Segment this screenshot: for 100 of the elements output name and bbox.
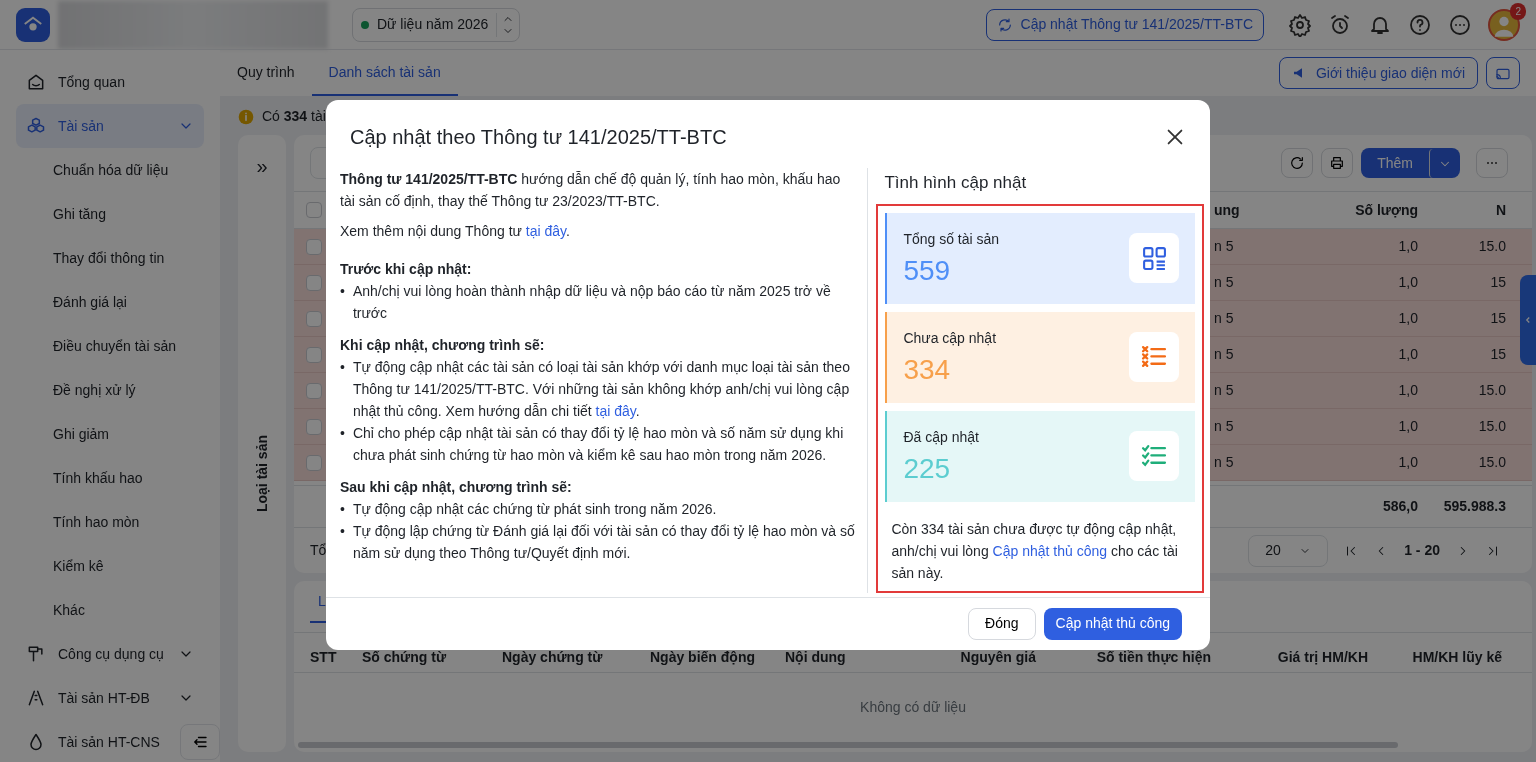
cross-list-icon	[1141, 344, 1167, 370]
table-cell-text: 15	[1489, 273, 1507, 292]
table-cell-text: 15.0	[1477, 381, 1507, 400]
refresh-icon[interactable]	[1289, 155, 1306, 171]
sidebar-item[interactable]: Công cụ dụng cụ	[16, 632, 204, 676]
table-cell-text: 1,0	[1397, 381, 1419, 400]
bullet-item: Chỉ cho phép cập nhật tài sản có thay đổi tỷ lệ hao mòn và số năm sử dụng khi chưa phát sinh chứng từ hao mòn và kiểm kê sau hao mòn trong năm 2026.	[352, 424, 845, 465]
sidebar-subitem[interactable]: Ghi giảm	[16, 412, 204, 456]
column-header: STT	[310, 648, 338, 667]
bullet-item: Anh/chị vui lòng hoàn thành nhập dữ liệu và nộp báo cáo từ năm 2025 trở về trước	[352, 282, 832, 323]
dialog-title: Cập nhật theo Thông tư 141/2025/TT-BTC	[350, 125, 727, 150]
empty-message: Không có dữ liệu	[860, 698, 966, 717]
link[interactable]: Cập nhật thủ công	[992, 542, 1107, 559]
total-cell-text: 586,0	[1381, 497, 1419, 516]
checkbox[interactable]	[306, 310, 322, 327]
side-tab[interactable]	[1520, 275, 1536, 365]
checkbox[interactable]	[306, 418, 322, 435]
bullet-marker: •	[340, 522, 345, 541]
table-cell-text: n 5	[1213, 345, 1235, 364]
checkbox[interactable]	[306, 346, 322, 363]
sidebar-subitem[interactable]: Kiểm kê	[16, 544, 204, 588]
page-size-select[interactable]: 20	[1248, 534, 1329, 567]
cast-button[interactable]	[1486, 57, 1520, 89]
collapse-button[interactable]	[180, 724, 220, 760]
table-cell-text: n 5	[1213, 381, 1235, 400]
table-cell-text: 15.0	[1477, 237, 1507, 256]
sidebar-subitem[interactable]: Đánh giá lại	[16, 280, 204, 324]
sidebar-subitem[interactable]: Chuẩn hóa dữ liệu	[16, 148, 204, 192]
help-icon[interactable]	[1408, 12, 1432, 37]
settings-icon[interactable]	[1288, 12, 1312, 37]
sidebar-item[interactable]: Tổng quan	[16, 60, 204, 104]
last-page-icon[interactable]	[1486, 543, 1500, 558]
table-cell-text: 15.0	[1477, 417, 1507, 436]
sidebar-item[interactable]: Tài sản HT-ĐB	[16, 676, 204, 720]
grid-icon	[1141, 245, 1167, 271]
close-button[interactable]: Đóng	[968, 607, 1036, 640]
table-cell-text: n 5	[1213, 309, 1235, 328]
sidebar-subitem[interactable]: Tính hao mòn	[16, 500, 204, 544]
notice-text: Có 334 tài	[262, 107, 326, 126]
bullet-marker: •	[340, 282, 345, 301]
nav-icon	[26, 72, 46, 92]
stat-label: Đã cập nhật	[903, 427, 979, 447]
section-heading: Sau khi cập nhật, chương trình sẽ:	[340, 478, 573, 497]
nav-icon	[26, 644, 46, 664]
print-icon[interactable]	[1329, 155, 1346, 171]
checkbox[interactable]	[306, 454, 322, 471]
sidebar-item[interactable]: Tài sản HT-CNS	[16, 720, 174, 762]
tab[interactable]: Danh sách tài sản	[311, 50, 458, 96]
link[interactable]: tại đây	[595, 403, 636, 419]
column-header: Số lượng	[1354, 200, 1419, 220]
avatar[interactable]	[1488, 8, 1520, 41]
table-cell-text: 1,0	[1397, 237, 1419, 256]
sidebar-subitem[interactable]: Khác	[16, 588, 204, 632]
year-label: Dữ liệu năm 2026	[377, 15, 489, 34]
table-cell-text: 15.0	[1477, 453, 1507, 472]
bullet-item: Tự động cập nhật các chứng từ phát sinh trong năm 2026.	[352, 500, 717, 519]
column-header: Ngày chứng từ	[502, 648, 604, 667]
column-header: Giá trị HM/KH	[1276, 648, 1369, 667]
bullet-item: Tự động lập chứng từ Đánh giá lại đối với tài sản có thay đổi tỷ lệ hao mòn và số năm sử dụng theo Thông tư/Quyết định mới.	[352, 522, 856, 563]
link[interactable]: tại đây	[525, 223, 566, 239]
intro-button[interactable]: Giới thiệu giao diện mới	[1278, 57, 1478, 89]
refresh-button[interactable]	[1281, 148, 1314, 178]
stat-value: 334	[903, 352, 952, 387]
sidebar-subitem[interactable]: Tính khấu hao	[16, 456, 204, 500]
update-button[interactable]: Cập nhật Thông tư 141/2025/TT-BTC	[985, 8, 1264, 41]
checkbox[interactable]	[306, 274, 322, 291]
table-cell-text: 1,0	[1397, 309, 1419, 328]
table-cell-text: n 5	[1213, 453, 1235, 472]
checkbox[interactable]	[306, 202, 322, 218]
stat-label: Tổng số tài sản	[903, 229, 1000, 249]
print-button[interactable]	[1321, 148, 1354, 178]
scrollbar[interactable]	[298, 742, 1398, 748]
status-dot	[361, 20, 369, 29]
table-cell-text: 1,0	[1397, 417, 1419, 436]
checkbox[interactable]	[306, 238, 322, 255]
bullet-marker: •	[340, 500, 345, 519]
sidebar-subitem[interactable]: Ghi tăng	[16, 192, 204, 236]
table-cell-text: n 5	[1213, 273, 1235, 292]
note-text: Còn 334 tài sản chưa được tự động cập nhật, anh/chị vui lòng Cập nhật thủ công cho các tài sản này.	[890, 519, 1179, 583]
column-header: HM/KH lũy kế	[1411, 648, 1503, 667]
column-header: N	[1494, 200, 1507, 220]
sidebar-item[interactable]: Tài sản	[16, 104, 204, 148]
nav-icon	[26, 688, 46, 708]
table-cell-text: 1,0	[1397, 273, 1419, 292]
checkbox[interactable]	[306, 382, 322, 399]
table-cell-text: 15	[1489, 345, 1507, 364]
tab[interactable]: Quy trình	[220, 50, 312, 96]
sidebar-subitem[interactable]: Đề nghị xử lý	[16, 368, 204, 412]
sidebar-subitem[interactable]: Thay đổi thông tin	[16, 236, 204, 280]
alarm-icon[interactable]	[1328, 12, 1352, 37]
total-cell-text: 595.988.3	[1442, 497, 1507, 516]
expand-button[interactable]: »	[256, 151, 268, 181]
check-list-icon	[1141, 443, 1167, 469]
more-icon[interactable]	[1448, 12, 1472, 37]
sidebar-subitem[interactable]: Điều chuyển tài sản	[16, 324, 204, 368]
table-cell-text: n 5	[1213, 237, 1235, 256]
update-manually-button[interactable]: Cập nhật thủ công	[1043, 607, 1182, 640]
notification-badge: 2	[1510, 2, 1526, 20]
year-selector[interactable]: Dữ liệu năm 2026	[352, 7, 521, 42]
column-header: Số tiền thực hiện	[1095, 648, 1212, 667]
